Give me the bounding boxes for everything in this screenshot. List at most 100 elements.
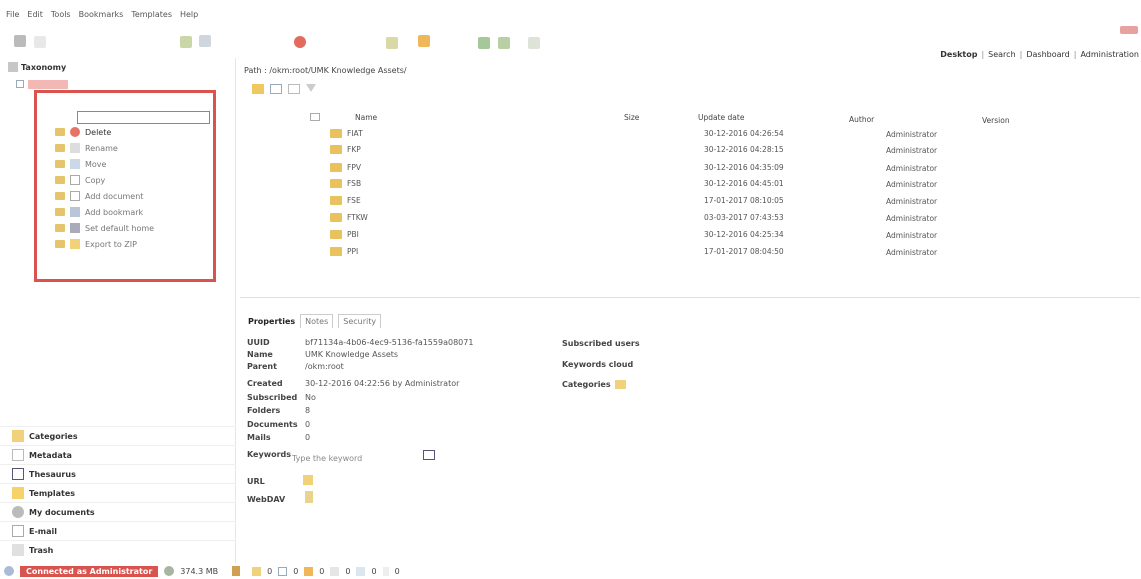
- refresh-icon[interactable]: [478, 37, 490, 49]
- col-name[interactable]: Name: [355, 113, 377, 122]
- zip-icon: [70, 239, 80, 249]
- counter-checkout: 0: [371, 566, 377, 576]
- table-row[interactable]: FSB 30-12-2016 04:45:01 Administrator: [240, 176, 1140, 192]
- tree-collapse-icon[interactable]: [16, 80, 24, 88]
- folder-icon[interactable]: [14, 35, 26, 47]
- sidebar-item-email[interactable]: E-mail: [0, 521, 236, 540]
- col-update-date[interactable]: Update date: [698, 113, 744, 122]
- menu-item-rename[interactable]: Rename: [55, 143, 118, 153]
- folder-icon: [330, 230, 342, 239]
- folder-icon: [330, 145, 342, 154]
- checkout-icon: [356, 566, 366, 576]
- sidebar-item-categories[interactable]: Categories: [0, 426, 236, 445]
- tab-security[interactable]: Security: [338, 314, 382, 328]
- categories-label: Categories: [562, 380, 611, 389]
- mail-icon[interactable]: [288, 84, 300, 94]
- add-document-icon[interactable]: [199, 35, 211, 47]
- col-author[interactable]: Author: [849, 115, 874, 124]
- delete-icon[interactable]: [294, 36, 306, 48]
- tab-administration[interactable]: Administration: [1080, 50, 1139, 59]
- menu-item-copy[interactable]: Copy: [55, 175, 105, 185]
- header-icon: [310, 113, 320, 121]
- counter-documents: 0: [293, 566, 299, 576]
- sidebar-item-trash[interactable]: Trash: [0, 540, 236, 559]
- menu-file[interactable]: File: [6, 10, 19, 19]
- rename-input[interactable]: [77, 111, 210, 124]
- table-row[interactable]: FIAT 30-12-2016 04:26:54 Administrator: [240, 126, 1140, 142]
- table-row[interactable]: FSE 17-01-2017 08:10:05 Administrator: [240, 193, 1140, 209]
- counter-locked: 0: [345, 566, 351, 576]
- folder-icon: [330, 163, 342, 172]
- col-version[interactable]: Version: [982, 116, 1010, 125]
- mail-icon: [304, 566, 314, 576]
- sidebar-item-my-documents[interactable]: My documents: [0, 502, 236, 521]
- menu-item-move[interactable]: Move: [55, 159, 106, 169]
- table-row[interactable]: PPI 17-01-2017 08:04:50 Administrator: [240, 244, 1140, 260]
- filter-icon[interactable]: [306, 84, 316, 92]
- move-icon: [70, 159, 80, 169]
- menu-item-add-bookmark[interactable]: Add bookmark: [55, 207, 143, 217]
- templates-icon: [12, 487, 24, 499]
- folder-icon: [330, 179, 342, 188]
- home-icon: [70, 223, 80, 233]
- table-row[interactable]: PBI 30-12-2016 04:25:34 Administrator: [240, 227, 1140, 243]
- disk-icon: [164, 566, 175, 576]
- breadcrumb: Path : /okm:root/UMK Knowledge Assets/: [244, 66, 407, 75]
- menu-item-set-default-home[interactable]: Set default home: [55, 223, 154, 233]
- taxonomy-title: Taxonomy: [21, 62, 67, 72]
- prop-folders: Folders 8: [247, 406, 311, 415]
- user-icon: [12, 506, 24, 518]
- menu-help[interactable]: Help: [180, 10, 198, 19]
- trash-icon: [12, 544, 24, 556]
- folder-icon: [252, 566, 262, 576]
- folder-icon: [330, 196, 342, 205]
- sidebar-item-templates[interactable]: Templates: [0, 483, 236, 502]
- table-row[interactable]: FKP 30-12-2016 04:28:15 Administrator: [240, 142, 1140, 158]
- delete-icon: [70, 127, 80, 137]
- menu-item-delete[interactable]: Delete: [55, 127, 111, 137]
- keyword-input[interactable]: Type the keyword: [290, 452, 412, 466]
- add-folder-icon[interactable]: [180, 36, 192, 48]
- tab-dashboard[interactable]: Dashboard: [1026, 50, 1069, 59]
- panel-divider[interactable]: [240, 297, 1140, 298]
- tab-search[interactable]: Search: [988, 50, 1015, 59]
- bookmark-icon: [70, 207, 80, 217]
- menu-bookmarks[interactable]: Bookmarks: [79, 10, 124, 19]
- taxonomy-icon: [8, 62, 18, 72]
- properties-tabs: Properties Notes Security: [248, 314, 382, 328]
- clipboard-icon[interactable]: [303, 475, 313, 485]
- filter-icon[interactable]: [528, 37, 540, 49]
- prop-parent: Parent/okm:root: [247, 362, 344, 371]
- grid-toolbar: [252, 84, 316, 94]
- copy-icon[interactable]: [386, 37, 398, 49]
- menu-item-add-document[interactable]: Add document: [55, 191, 143, 201]
- subscription-icon: [382, 566, 389, 576]
- menu-item-export-zip[interactable]: Export to ZIP: [55, 239, 137, 249]
- add-category-icon[interactable]: [615, 380, 626, 389]
- tool-icon[interactable]: [34, 36, 46, 48]
- folder-icon[interactable]: [252, 84, 264, 94]
- document-icon[interactable]: [270, 84, 282, 94]
- sidebar-item-metadata[interactable]: Metadata: [0, 445, 236, 464]
- taxonomy-header[interactable]: Taxonomy: [8, 62, 66, 72]
- tab-properties[interactable]: Properties: [248, 317, 295, 326]
- export-icon[interactable]: [418, 35, 430, 47]
- menu-edit[interactable]: Edit: [27, 10, 43, 19]
- tab-notes[interactable]: Notes: [300, 314, 334, 328]
- counter-mails: 0: [319, 566, 325, 576]
- table-row[interactable]: FTKW 03-03-2017 07:43:53 Administrator: [240, 210, 1140, 226]
- document-icon: [278, 566, 288, 576]
- tab-desktop[interactable]: Desktop: [940, 50, 977, 59]
- thesaurus-icon[interactable]: [423, 450, 435, 460]
- table-row[interactable]: FPV 30-12-2016 04:35:09 Administrator: [240, 160, 1140, 176]
- col-size[interactable]: Size: [624, 113, 639, 122]
- clipboard-icon[interactable]: [305, 491, 313, 503]
- menu-templates[interactable]: Templates: [131, 10, 172, 19]
- sidebar-item-thesaurus[interactable]: Thesaurus: [0, 464, 236, 483]
- home-icon[interactable]: [498, 37, 510, 49]
- menu-tools[interactable]: Tools: [51, 10, 71, 19]
- copy-icon: [70, 175, 80, 185]
- tree-root-node[interactable]: [28, 80, 68, 89]
- context-menu: Delete Rename Move Copy Add document Add…: [34, 90, 216, 282]
- counter-subscribed: 0: [394, 566, 400, 576]
